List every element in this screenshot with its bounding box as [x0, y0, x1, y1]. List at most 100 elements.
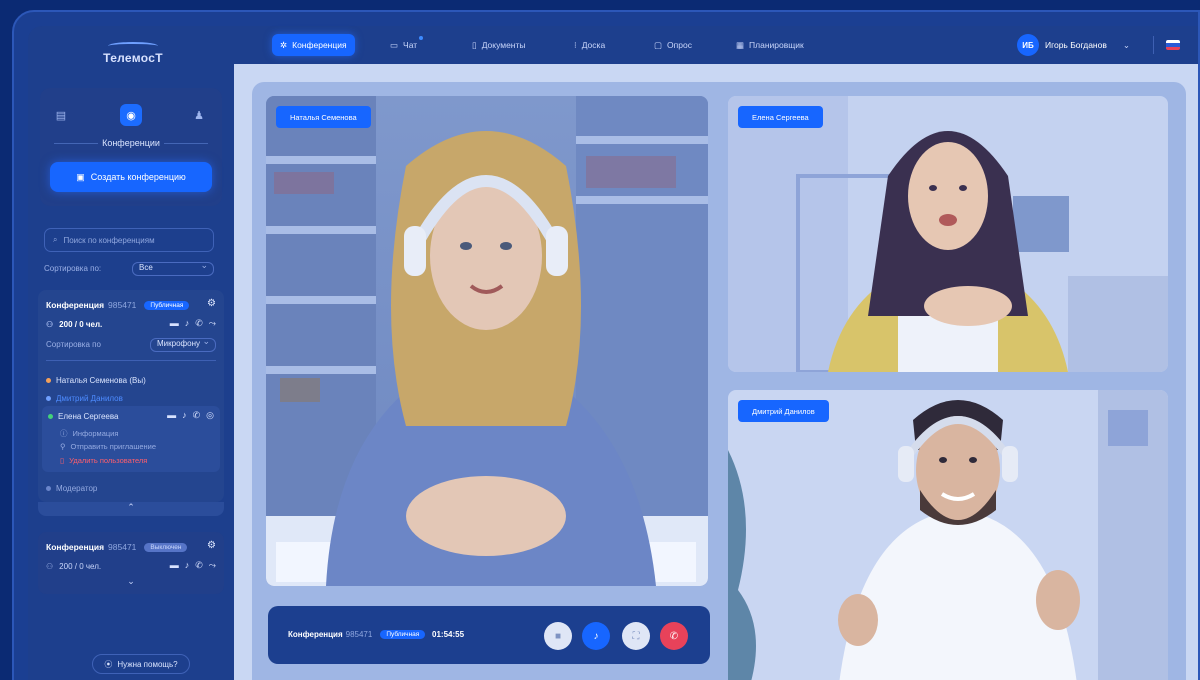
- participant-count: ⚇ 200 / 0 чел.: [46, 562, 102, 571]
- tab-poll[interactable]: ▢ Опрос: [646, 34, 700, 56]
- participant-count: ⚇ 200 / 0 чел.: [46, 320, 103, 329]
- invite-icon: ⚲: [60, 442, 66, 451]
- info-icon: ⓘ: [60, 429, 68, 438]
- group-icon[interactable]: ♟: [188, 104, 210, 126]
- participant-item[interactable]: Елена Сергеева: [48, 412, 118, 421]
- hang-up-icon: ✆: [669, 630, 679, 642]
- participant-name-tag: Дмитрий Данилов: [738, 400, 829, 422]
- conference-controls: ▬ ♪ ✆ ⤳: [170, 318, 216, 329]
- participant-sort-select[interactable]: Микрофону: [150, 336, 216, 352]
- conference-item-1[interactable]: Конференция 985471 Публичная ⚙ ⚇ 200 / 0 ч…: [38, 290, 224, 502]
- logo-text: ТелемосТ: [103, 51, 163, 65]
- sort-row: Сортировка по: Все: [44, 260, 214, 278]
- user-name: Игорь Богданов: [1044, 40, 1107, 50]
- notification-dot: [419, 36, 424, 40]
- tab-documents[interactable]: ▯ Документы: [464, 34, 534, 56]
- video-tile-main[interactable]: Наталья Семенова: [266, 96, 708, 586]
- phone-icon[interactable]: ✆: [195, 560, 203, 571]
- participant-video: [728, 390, 1168, 680]
- add-icon: ▣: [76, 171, 85, 182]
- conference-panel: ▤ ◉ ♟ Конференции ▣ Создать конференцию: [40, 88, 222, 206]
- gear-icon[interactable]: ⚙: [207, 540, 216, 551]
- board-icon: ⁝: [574, 39, 577, 50]
- divider: [1153, 36, 1154, 54]
- search-placeholder: Поиск по конференциям: [63, 235, 155, 245]
- document-icon: ▯: [472, 39, 477, 50]
- tab-board[interactable]: ⁝ Доска: [566, 34, 613, 56]
- phone-icon[interactable]: ✆: [193, 410, 201, 421]
- status-badge: Выключен: [144, 543, 188, 552]
- chevron-down-icon[interactable]: ⌄: [38, 576, 224, 587]
- language-flag-icon[interactable]: [1166, 40, 1180, 50]
- status-dot: [46, 378, 51, 383]
- status-dot: [46, 396, 51, 401]
- status-badge: Публичная: [144, 301, 190, 310]
- participant-controls: ▬ ♪ ✆ ◎: [167, 410, 214, 421]
- bridge-icon: [108, 42, 158, 50]
- microphone-icon[interactable]: ♪: [185, 560, 190, 571]
- camera-icon: ■: [554, 630, 562, 642]
- status-dot: [48, 414, 53, 419]
- chevron-down-icon: ⌄: [1122, 39, 1130, 50]
- calendar-icon[interactable]: ▤: [50, 104, 72, 126]
- conference-title: Конференция 985471 Публичная: [46, 300, 190, 310]
- video-tile-3[interactable]: Дмитрий Данилов: [728, 390, 1168, 680]
- top-navigation: ✲ Конференция ▭ Чат ▯ Документы ⁝ Доска ▢ Опр…: [234, 26, 1198, 64]
- menu-item-invite[interactable]: ⚲ Отправить приглашение: [60, 442, 156, 451]
- create-conference-button[interactable]: ▣ Создать конференцию: [50, 162, 212, 192]
- microphone-icon[interactable]: ♪: [185, 318, 190, 329]
- phone-off-icon[interactable]: ⤳: [209, 318, 216, 329]
- people-icon: ⚇: [46, 320, 54, 329]
- search-input[interactable]: ⌕ Поиск по конференциям: [44, 228, 214, 252]
- conference-item-2[interactable]: Конференция 985471 Выключен ⚙ ⚇ 200 / 0 че…: [38, 532, 224, 594]
- conference-title: Конференция 985471 Выключен: [46, 542, 188, 552]
- participant-sort: Сортировка по Микрофону: [46, 336, 216, 352]
- menu-item-info[interactable]: ⓘ Информация: [60, 428, 118, 439]
- participant-video: [266, 96, 708, 586]
- search-icon: ⌕: [53, 235, 58, 244]
- tab-chat[interactable]: ▭ Чат: [382, 34, 425, 56]
- fullscreen-button[interactable]: ⛶: [622, 622, 650, 650]
- sort-select[interactable]: Все: [132, 260, 214, 276]
- moderator-label: Модератор: [46, 484, 97, 493]
- help-button[interactable]: ⦿ Нужна помощь?: [92, 654, 190, 674]
- planner-icon: ▦: [736, 39, 745, 50]
- sidebar: ТелемосТ ▤ ◉ ♟ Конференции ▣ Создать кон…: [28, 26, 234, 680]
- app-logo: ТелемосТ: [88, 42, 178, 65]
- phone-off-icon[interactable]: ⤳: [209, 560, 216, 571]
- participant-name-tag: Наталья Семенова: [276, 106, 371, 128]
- eye-icon[interactable]: ◎: [206, 410, 214, 421]
- user-menu[interactable]: ИБ Игорь Богданов ⌄: [1016, 34, 1130, 56]
- collapse-button[interactable]: ⌃: [38, 502, 224, 516]
- sort-label: Сортировка по:: [44, 264, 102, 273]
- broadcast-icon[interactable]: ◉: [120, 104, 142, 126]
- participant-item[interactable]: Дмитрий Данилов: [46, 394, 123, 403]
- video-tile-2[interactable]: Елена Сергеева: [728, 96, 1168, 372]
- menu-item-remove[interactable]: ▯ Удалить пользователя: [60, 456, 147, 465]
- tab-planner[interactable]: ▦ Планировщик: [728, 34, 812, 56]
- microphone-icon[interactable]: ♪: [182, 410, 187, 421]
- status-badge: Публичная: [380, 630, 426, 639]
- section-title: Конференции: [40, 138, 222, 148]
- chat-icon: ▭: [390, 39, 399, 50]
- conference-icon: ✲: [280, 39, 288, 50]
- camera-icon[interactable]: ▬: [167, 410, 176, 421]
- location-icon: ⦿: [104, 659, 113, 669]
- phone-icon[interactable]: ✆: [195, 318, 203, 329]
- camera-button[interactable]: ■: [544, 622, 572, 650]
- divider: [46, 360, 216, 361]
- participant-menu: Елена Сергеева ▬ ♪ ✆ ◎ ⓘ Информация ⚲ Отпр…: [42, 406, 220, 472]
- app-window: ТелемосТ ▤ ◉ ♟ Конференции ▣ Создать кон…: [12, 10, 1200, 680]
- microphone-button[interactable]: ♪: [582, 622, 610, 650]
- end-call-button[interactable]: ✆: [660, 622, 688, 650]
- microphone-icon: ♪: [593, 630, 599, 642]
- camera-icon[interactable]: ▬: [170, 318, 179, 329]
- gear-icon[interactable]: ⚙: [207, 298, 216, 309]
- main-content: Наталья Семенова Елена Сергеева Дмитрий …: [234, 64, 1198, 680]
- avatar: ИБ: [1016, 34, 1039, 56]
- camera-icon[interactable]: ▬: [170, 560, 179, 571]
- call-conference-title: Конференция 985471 Публичная: [288, 630, 426, 639]
- participant-video: [728, 96, 1168, 372]
- participant-item[interactable]: Наталья Семенова (Вы): [46, 376, 146, 385]
- tab-conference[interactable]: ✲ Конференция: [272, 34, 355, 56]
